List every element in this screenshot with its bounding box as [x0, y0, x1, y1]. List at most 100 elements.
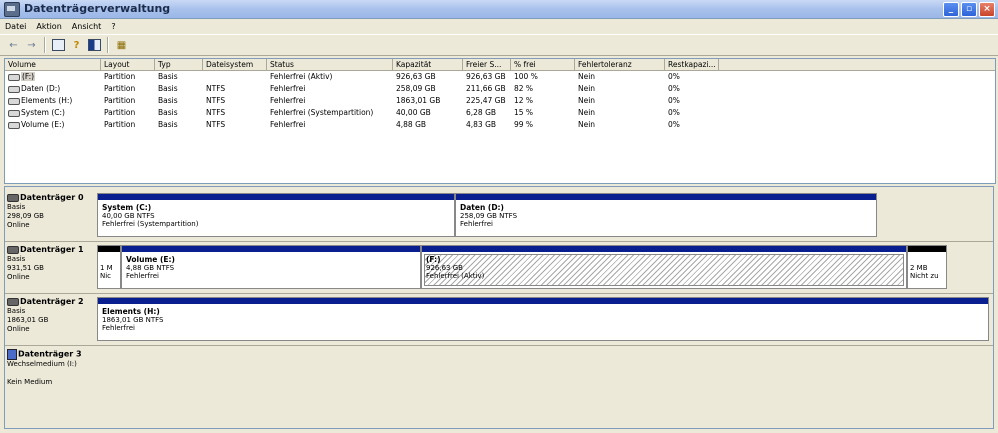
layout-cell: Partition [104, 72, 136, 81]
volume-cell: Volume (E:) [5, 119, 101, 131]
column-freier-speicher[interactable]: Freier S... [463, 59, 511, 70]
partition-size: 926,63 GB [426, 264, 463, 272]
volume-name: Volume (E:) [21, 120, 65, 129]
column-kapazitaet[interactable]: Kapazität [393, 59, 463, 70]
partition-system-c[interactable]: System (C:) 40,00 GB NTFS Fehlerfrei (Sy… [97, 193, 455, 237]
volume-icon [8, 121, 20, 129]
status-cell: Fehlerfrei (Aktiv) [270, 72, 333, 81]
properties-icon[interactable] [51, 38, 66, 53]
menu-aktion[interactable]: Aktion [31, 22, 66, 31]
menu-datei[interactable]: Datei [0, 22, 31, 31]
hard-disk-icon [7, 246, 19, 254]
typ-cell: Basis [158, 108, 178, 117]
table-row[interactable]: Daten (D:) Partition Basis NTFS Fehlerfr… [5, 83, 995, 95]
hard-disk-icon [7, 194, 19, 202]
disk-info[interactable]: Datenträger 1 Basis 931,51 GB Online [7, 245, 93, 282]
partition-title: System (C:) [102, 203, 152, 212]
disk-info[interactable]: Datenträger 0 Basis 298,09 GB Online [7, 193, 93, 230]
view-icon[interactable] [87, 38, 102, 53]
disk-info[interactable]: Datenträger 2 Basis 1863,01 GB Online [7, 297, 93, 334]
prozent-frei-cell: 100 % [514, 72, 538, 81]
partition-status: Fehlerfrei [460, 220, 493, 228]
help-icon[interactable]: ? [69, 38, 84, 53]
table-row[interactable]: Volume (E:) Partition Basis NTFS Fehlerf… [5, 119, 995, 131]
layout-cell: Partition [104, 120, 136, 129]
close-button[interactable]: × [979, 2, 995, 17]
volume-cell: System (C:) [5, 107, 101, 119]
menu-ansicht[interactable]: Ansicht [67, 22, 107, 31]
column-dateisystem[interactable]: Dateisystem [203, 59, 267, 70]
typ-cell: Basis [158, 120, 178, 129]
volume-list: Volume Layout Typ Dateisystem Status Kap… [4, 58, 996, 184]
disk-info[interactable]: Datenträger 3 Wechselmedium (I:) Kein Me… [7, 349, 93, 387]
partition-label: Elements (H:) 1863,01 GB NTFS Fehlerfrei [102, 308, 163, 333]
partition-daten-d[interactable]: Daten (D:) 258,09 GB NTFS Fehlerfrei [455, 193, 877, 237]
partition-size: 2 MB [910, 264, 928, 272]
disk-name: Datenträger 2 [20, 297, 84, 306]
typ-cell: Basis [158, 72, 178, 81]
fehlertoleranz-cell: Nein [578, 120, 596, 129]
column-restkapazitaet[interactable]: Restkapazi... [665, 59, 719, 70]
unallocated-space-left[interactable]: 1 M Nic [97, 245, 121, 289]
partition-f[interactable]: (F:) 926,63 GB Fehlerfrei (Aktiv) [421, 245, 907, 289]
settings-icon[interactable]: ▦ [114, 38, 129, 53]
toolbar-separator [44, 37, 46, 53]
volume-name: System (C:) [21, 108, 65, 117]
status-cell: Fehlerfrei [270, 96, 306, 105]
disk-management-icon [4, 2, 20, 17]
disk-status: Online [7, 273, 30, 281]
partition-size: 258,09 GB NTFS [460, 212, 518, 220]
disk-row-2: Datenträger 2 Basis 1863,01 GB Online El… [5, 295, 993, 346]
dateisystem-cell: NTFS [206, 96, 226, 105]
back-icon[interactable]: ← [6, 38, 21, 53]
fehlertoleranz-cell: Nein [578, 72, 596, 81]
disk-row-3: Datenträger 3 Wechselmedium (I:) Kein Me… [5, 347, 993, 397]
column-prozent-frei[interactable]: % frei [511, 59, 575, 70]
volume-cell: (F:) [5, 71, 101, 83]
column-layout[interactable]: Layout [101, 59, 155, 70]
partition-label: Daten (D:) 258,09 GB NTFS Fehlerfrei [460, 203, 518, 229]
table-row[interactable]: (F:) Partition Basis Fehlerfrei (Aktiv) … [5, 71, 995, 83]
forward-icon[interactable]: → [24, 38, 39, 53]
volume-cell: Elements (H:) [5, 95, 101, 107]
partition-elements-h[interactable]: Elements (H:) 1863,01 GB NTFS Fehlerfrei [97, 297, 989, 341]
typ-cell: Basis [158, 84, 178, 93]
kapazitaet-cell: 4,88 GB [396, 120, 427, 129]
minimize-button[interactable]: _ [943, 2, 959, 17]
disk-status: Kein Medium [7, 378, 53, 386]
partition-size: 4,88 GB NTFS [126, 264, 175, 272]
column-volume[interactable]: Volume [5, 59, 101, 70]
partition-bar [422, 246, 906, 252]
partition-status: Nicht zu [910, 272, 939, 280]
freier-speicher-cell: 6,28 GB [466, 108, 497, 117]
partition-title: Daten (D:) [460, 203, 504, 212]
hard-disk-icon [7, 298, 19, 306]
table-row[interactable]: Elements (H:) Partition Basis NTFS Fehle… [5, 95, 995, 107]
status-cell: Fehlerfrei [270, 120, 306, 129]
column-fehlertoleranz[interactable]: Fehlertoleranz [575, 59, 665, 70]
partition-size: 40,00 GB NTFS [102, 212, 155, 220]
partition-status: Nic [100, 272, 112, 280]
maximize-button[interactable]: ▫ [961, 2, 977, 17]
fehlertoleranz-cell: Nein [578, 84, 596, 93]
table-row[interactable]: System (C:) Partition Basis NTFS Fehlerf… [5, 107, 995, 119]
column-status[interactable]: Status [267, 59, 393, 70]
partition-status: Fehlerfrei (Systempartition) [102, 220, 199, 228]
disk-type: Basis [7, 203, 26, 211]
partition-label: Volume (E:) 4,88 GB NTFS Fehlerfrei [126, 256, 175, 281]
partition-bar [908, 246, 946, 252]
disk-size: 1863,01 GB [7, 316, 49, 324]
volume-icon [8, 109, 20, 117]
dateisystem-cell: NTFS [206, 108, 226, 117]
window-controls: _ ▫ × [943, 2, 995, 17]
status-cell: Fehlerfrei (Systempartition) [270, 108, 374, 117]
partition-hatch [424, 254, 904, 286]
partition-volume-e[interactable]: Volume (E:) 4,88 GB NTFS Fehlerfrei [121, 245, 421, 289]
menu-bar: Datei Aktion Ansicht ? [0, 19, 998, 33]
menu-help[interactable]: ? [106, 22, 120, 31]
column-typ[interactable]: Typ [155, 59, 203, 70]
disk-layout-pane: Datenträger 0 Basis 298,09 GB Online Sys… [4, 186, 994, 429]
disk-type: Basis [7, 307, 26, 315]
unallocated-space-right[interactable]: 2 MB Nicht zu [907, 245, 947, 289]
partition-bar [98, 194, 454, 200]
